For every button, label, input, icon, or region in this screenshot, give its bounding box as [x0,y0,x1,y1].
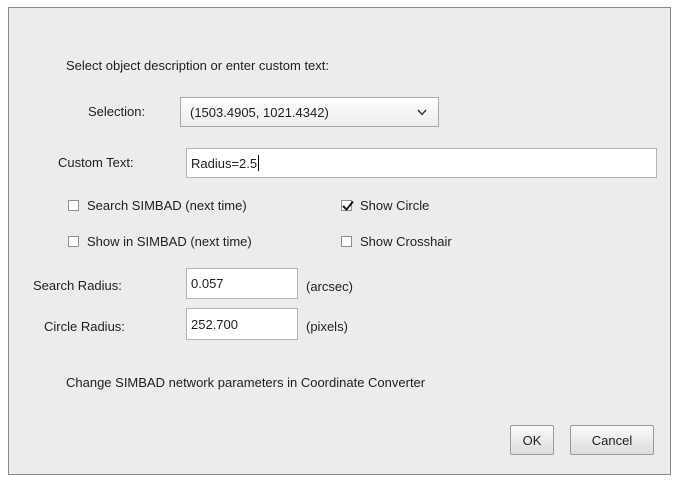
search-radius-field[interactable]: 0.057 [186,268,298,299]
network-note-text: Change SIMBAD network parameters in Coor… [66,375,426,390]
search-simbad-label: Search SIMBAD (next time) [87,198,247,213]
show-crosshair-label: Show Crosshair [360,234,452,249]
instructions-text: Select object description or enter custo… [66,58,330,73]
circle-radius-label: Circle Radius: [44,319,125,334]
checkbox-box[interactable] [341,236,352,247]
selection-label: Selection: [88,104,146,119]
show-in-simbad-label: Show in SIMBAD (next time) [87,234,252,249]
search-radius-value: 0.057 [191,276,224,291]
circle-radius-value: 252.700 [191,316,238,332]
search-simbad-checkbox[interactable]: Search SIMBAD (next time) [68,198,247,213]
show-in-simbad-checkbox[interactable]: Show in SIMBAD (next time) [68,234,252,249]
circle-radius-unit: (pixels) [306,319,348,334]
selection-value: (1503.4905, 1021.4342) [190,104,329,120]
show-circle-checkbox[interactable]: Show Circle [341,198,429,213]
custom-text-label: Custom Text: [58,155,134,170]
show-circle-label: Show Circle [360,198,430,213]
search-radius-label: Search Radius: [33,278,122,293]
checkbox-box[interactable] [341,200,354,211]
checkbox-box[interactable] [68,200,79,211]
search-radius-unit: (arcsec) [306,279,353,294]
show-crosshair-checkbox[interactable]: Show Crosshair [341,234,452,249]
custom-text-value: Radius=2.5 [191,155,258,171]
circle-radius-field[interactable]: 252.700 [186,308,298,340]
cancel-button[interactable]: Cancel [570,425,654,455]
text-caret [258,155,260,171]
selection-dropdown[interactable]: (1503.4905, 1021.4342) [180,97,439,127]
ok-button[interactable]: OK [510,425,554,455]
custom-text-field[interactable]: Radius=2.5 [186,148,657,178]
checkbox-box[interactable] [68,236,79,247]
chevron-down-icon [416,106,428,118]
checkmark-icon [342,200,354,211]
